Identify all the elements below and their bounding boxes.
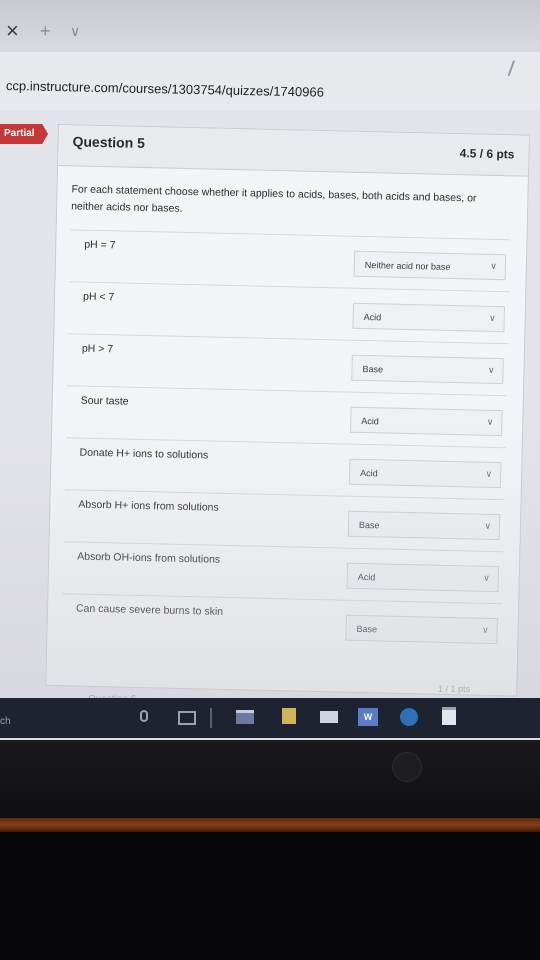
statement-label: Donate H+ ions to solutions	[79, 446, 209, 462]
task-view-icon[interactable]	[178, 711, 196, 725]
answer-select[interactable]: Acid ∨	[346, 562, 500, 593]
laptop-screen: × + ∨ ccp.instructure.com/courses/130375…	[0, 0, 540, 740]
statement-label: Absorb H+ ions from solutions	[78, 498, 219, 514]
address-bar[interactable]: ccp.instructure.com/courses/1303754/quiz…	[0, 52, 540, 111]
selected-answer: Acid	[363, 311, 382, 323]
answer-select[interactable]: Acid ∨	[348, 458, 502, 489]
statement-label: pH > 7	[81, 342, 114, 356]
answer-select[interactable]: Neither acid nor base ∨	[353, 250, 507, 281]
statement-label: Absorb OH-ions from solutions	[77, 550, 221, 566]
store-icon[interactable]	[282, 708, 296, 724]
hp-logo-icon	[392, 752, 422, 782]
selected-answer: Base	[356, 623, 378, 635]
chevron-down-icon: ∨	[489, 312, 496, 323]
selected-answer: Base	[358, 519, 380, 531]
url-text[interactable]: ccp.instructure.com/courses/1303754/quiz…	[6, 78, 324, 100]
question-points: 4.5 / 6 pts	[459, 146, 515, 162]
mail-icon[interactable]	[320, 711, 338, 723]
taskbar-divider	[210, 708, 212, 728]
statement-label: pH < 7	[82, 290, 115, 304]
quiz-page: Partial Question 5 4.5 / 6 pts For each …	[0, 110, 540, 710]
answer-select[interactable]: Base ∨	[351, 354, 504, 385]
chevron-down-icon: ∨	[486, 416, 494, 427]
chevron-down-icon: ∨	[490, 260, 498, 271]
selected-answer: Acid	[360, 467, 378, 479]
chevron-down-icon: ∨	[487, 364, 495, 375]
statement-label: pH = 7	[84, 238, 116, 252]
file-explorer-icon[interactable]	[236, 710, 254, 724]
selected-answer: Neither acid nor base	[364, 259, 451, 272]
close-tab-icon[interactable]: ×	[6, 20, 19, 42]
microphone-icon[interactable]	[140, 710, 148, 722]
next-question-points: 1 / 1 pts	[438, 684, 471, 694]
answer-select[interactable]: Acid ∨	[352, 302, 505, 333]
laptop-hinge-strip	[0, 818, 540, 832]
chevron-down-icon: ∨	[481, 624, 489, 635]
selected-answer: Acid	[357, 571, 376, 583]
chevron-down-icon: ∨	[484, 520, 492, 531]
notepad-icon[interactable]	[442, 707, 456, 725]
selected-answer: Base	[362, 363, 384, 375]
browser-tab-bar: × + ∨	[0, 0, 540, 53]
question-title: Question 5	[72, 133, 146, 151]
selected-answer: Acid	[361, 415, 379, 427]
question-prompt: For each statement choose whether it app…	[70, 183, 477, 215]
windows-taskbar: ch W	[0, 698, 540, 738]
match-row: Can cause severe burns to skin Base ∨	[61, 593, 503, 657]
question-card: Question 5 4.5 / 6 pts For each statemen…	[45, 124, 530, 697]
chevron-down-icon: ∨	[483, 572, 490, 583]
answer-select[interactable]: Acid ∨	[350, 406, 503, 437]
new-tab-icon[interactable]: +	[40, 22, 51, 40]
statement-label: Can cause severe burns to skin	[75, 602, 224, 618]
question-header: Question 5 4.5 / 6 pts	[58, 125, 529, 177]
taskbar-search-text[interactable]: ch	[0, 716, 11, 727]
word-icon[interactable]: W	[358, 708, 378, 726]
chevron-down-icon: ∨	[485, 468, 493, 479]
laptop-bezel	[0, 740, 540, 820]
pen-icon[interactable]	[507, 60, 525, 80]
answer-select[interactable]: Base ∨	[345, 614, 498, 645]
edge-browser-icon[interactable]	[400, 708, 418, 726]
tab-menu-icon[interactable]: ∨	[70, 24, 80, 38]
partial-status-badge: Partial	[0, 124, 48, 144]
laptop-deck	[0, 832, 540, 960]
statement-label: Sour taste	[80, 394, 129, 408]
answer-select[interactable]: Base ∨	[347, 510, 501, 541]
